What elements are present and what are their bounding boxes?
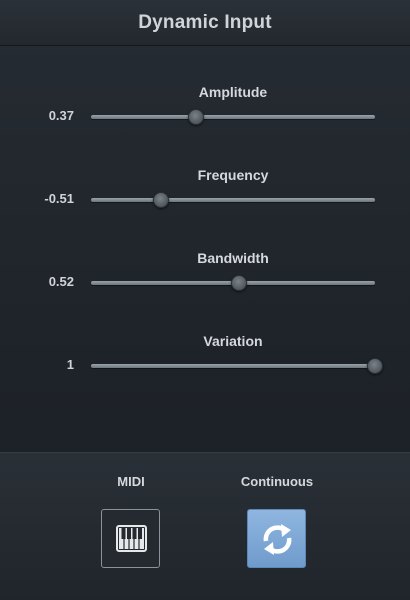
variation-value: 1 xyxy=(66,357,74,372)
frequency-label: Frequency xyxy=(197,167,269,183)
continuous-label: Continuous xyxy=(240,474,314,489)
frequency-param: Frequency -0.51 xyxy=(0,167,410,237)
bandwidth-slider-thumb[interactable] xyxy=(230,275,247,291)
midi-control: MIDI xyxy=(71,453,191,600)
variation-slider-thumb[interactable] xyxy=(367,358,383,374)
midi-label: MIDI xyxy=(117,474,145,489)
parameter-list: Amplitude 0.37 Frequency -0.51 Bandwidth… xyxy=(0,47,410,450)
bottom-controls: MIDI Continuous xyxy=(0,452,410,600)
amplitude-value: 0.37 xyxy=(48,108,74,123)
bandwidth-label: Bandwidth xyxy=(197,250,269,266)
bandwidth-value: 0.52 xyxy=(48,274,74,289)
dynamic-input-panel: Dynamic Input Amplitude 0.37 Frequency -… xyxy=(0,0,410,600)
amplitude-param: Amplitude 0.37 xyxy=(0,84,410,154)
amplitude-slider-track[interactable] xyxy=(91,115,375,119)
piano-keyboard-icon xyxy=(116,525,147,552)
continuous-button[interactable] xyxy=(247,509,306,568)
amplitude-label: Amplitude xyxy=(198,84,268,100)
variation-label: Variation xyxy=(203,333,263,349)
variation-slider-track[interactable] xyxy=(91,364,375,368)
frequency-slider-thumb[interactable] xyxy=(152,192,169,208)
panel-title: Dynamic Input xyxy=(138,11,272,33)
midi-button[interactable] xyxy=(101,509,160,568)
variation-param: Variation 1 xyxy=(0,333,410,403)
panel-header: Dynamic Input xyxy=(0,0,410,46)
refresh-icon xyxy=(263,524,292,555)
frequency-slider-track[interactable] xyxy=(91,198,375,202)
frequency-value: -0.51 xyxy=(44,191,74,206)
continuous-control: Continuous xyxy=(217,453,337,600)
amplitude-slider-thumb[interactable] xyxy=(188,109,205,125)
bandwidth-param: Bandwidth 0.52 xyxy=(0,250,410,320)
